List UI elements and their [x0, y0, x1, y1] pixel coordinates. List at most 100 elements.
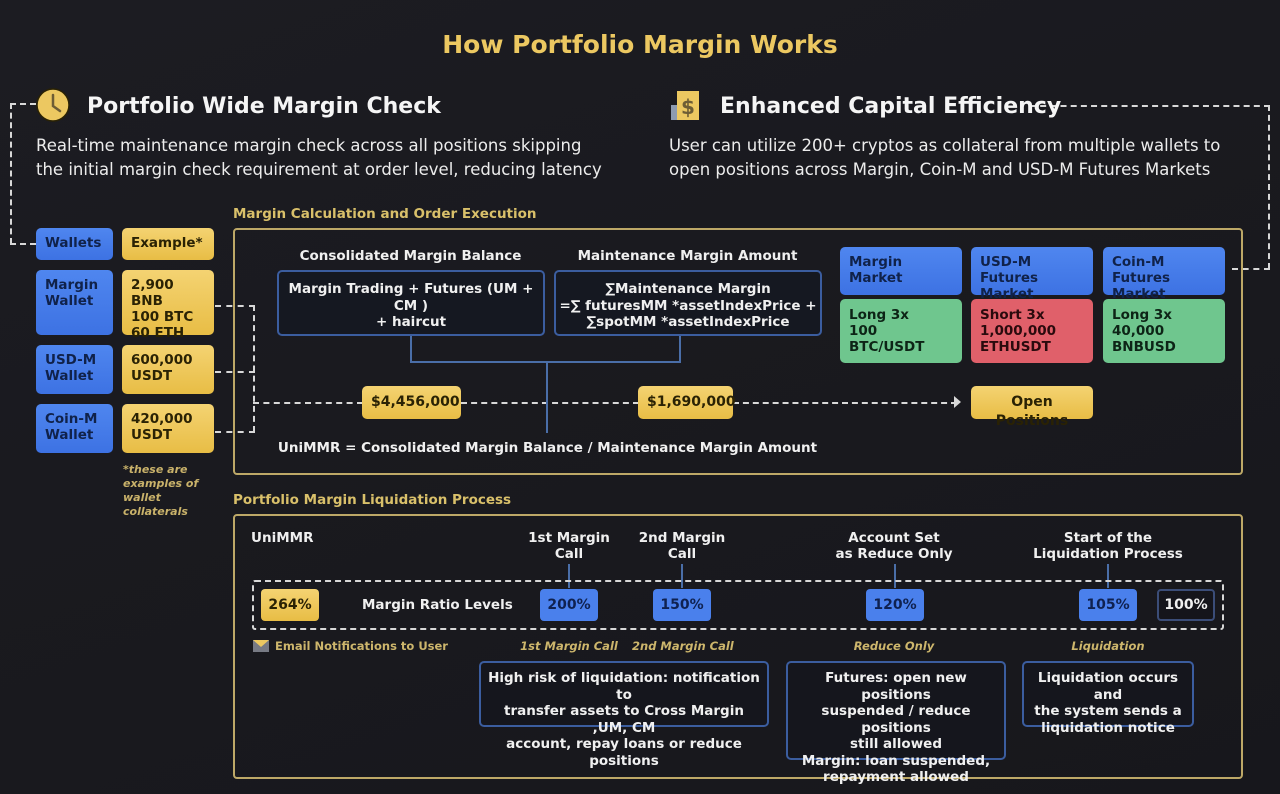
formula-line: =∑ futuresMM *assetIndexPrice +	[559, 297, 817, 314]
open-positions-box: Open Positions	[971, 386, 1093, 429]
tag-reduce-only: Reduce Only	[853, 639, 935, 653]
feature-desc-line: open positions across Margin, Coin-M and…	[669, 160, 1211, 179]
wallets-header-label: Wallets	[45, 235, 102, 251]
desc-line: Liquidation occurs and	[1037, 670, 1179, 703]
wallet-coinm: Coin-M Wallet	[36, 404, 113, 453]
stage-title-line: Call	[667, 546, 697, 562]
consolidated-value: $4,456,000	[362, 386, 461, 419]
feature-title: Enhanced Capital Efficiency	[720, 94, 1062, 119]
footnote-line: *these are	[123, 463, 188, 476]
market-name-line: USD-M Futures	[980, 254, 1039, 286]
position-line: ETHUSDT	[980, 339, 1051, 355]
formula-line: Margin Trading + Futures (UM + CM )	[288, 281, 534, 314]
footnote-line: wallet	[123, 491, 161, 504]
stage-title-line: as Reduce Only	[835, 546, 953, 562]
maintenance-value-label: $1,690,000	[647, 394, 736, 410]
connector-line	[10, 103, 36, 105]
dollar-document-icon: $	[671, 91, 699, 120]
unimmr-label: UniMMR	[251, 530, 314, 546]
wallet-margin: Margin Wallet	[36, 270, 113, 335]
level-150: 150%	[653, 589, 711, 621]
desc-line: account, repay loans or reduce positions	[506, 736, 742, 769]
wallets-header: Wallets	[36, 228, 113, 260]
level-120: 120%	[866, 589, 924, 621]
maintenance-header: Maintenance Margin Amount	[577, 248, 798, 264]
desc-line: still allowed	[849, 736, 942, 752]
position-line: 40,000	[1112, 323, 1165, 339]
position-line: BTC/USDT	[849, 339, 925, 355]
formula-line: ∑spotMM *assetIndexPrice	[586, 314, 790, 330]
desc-line: High risk of liquidation: notification t…	[488, 670, 760, 703]
stage-title-2nd-margin-call: 2nd Margin Call	[632, 530, 732, 562]
footnote-line: examples of	[123, 477, 199, 490]
level-100: 100%	[1157, 589, 1215, 621]
feature-description: Real-time maintenance margin check acros…	[36, 134, 602, 182]
wallet-coinm-example: 420,000 USDT	[122, 404, 214, 453]
feature-description: User can utilize 200+ cryptos as collate…	[669, 134, 1220, 182]
bracket-line	[546, 361, 548, 433]
wallet-name-line: Margin	[45, 277, 99, 293]
feature-desc-line: Real-time maintenance margin check acros…	[36, 136, 582, 155]
margin-calc-section-label: Margin Calculation and Order Execution	[233, 206, 537, 222]
email-legend-label: Email Notifications to User	[275, 639, 448, 653]
email-icon	[253, 640, 269, 652]
ratio-levels-label: Margin Ratio Levels	[362, 597, 513, 613]
example-header-label: Example*	[131, 235, 203, 251]
bracket-line	[410, 336, 412, 362]
position-line: Long 3x	[849, 307, 909, 323]
desc-liquidation: Liquidation occurs and the system sends …	[1022, 661, 1194, 736]
feature-desc-line: User can utilize 200+ cryptos as collate…	[669, 136, 1221, 155]
example-line: 420,000	[131, 411, 193, 427]
wallet-name-line: Wallet	[45, 368, 94, 384]
connector-line	[1030, 105, 1270, 107]
position-line: Long 3x	[1112, 307, 1172, 323]
position-line: 100	[849, 323, 878, 339]
stage-title-line: 1st Margin	[528, 530, 610, 546]
open-positions-label: Open Positions	[995, 394, 1069, 429]
page-title: How Portfolio Margin Works	[442, 30, 838, 59]
level-105: 105%	[1079, 589, 1137, 621]
market-margin: Margin Market	[840, 247, 962, 295]
tag-1st-margin-call: 1st Margin Call	[520, 639, 618, 653]
clock-icon	[36, 88, 70, 122]
wallet-usdm: USD-M Wallet	[36, 345, 113, 394]
desc-line: repayment allowed	[823, 769, 969, 785]
wallet-name-line: Wallet	[45, 427, 94, 443]
tag-liquidation: Liquidation	[1071, 639, 1145, 653]
position-line: 1,000,000	[980, 323, 1057, 339]
feature-title: Portfolio Wide Margin Check	[87, 94, 441, 119]
stage-title-line: Liquidation Process	[1033, 546, 1183, 562]
desc-line: Futures: open new positions	[825, 670, 967, 703]
stage-title-line: 2nd Margin	[638, 530, 726, 546]
current-ratio-badge: 264%	[261, 589, 319, 621]
position-long-bnb: Long 3x 40,000 BNBUSD	[1103, 299, 1225, 363]
bracket-line	[679, 336, 681, 362]
example-line: 600,000	[131, 352, 193, 368]
feature-desc-line: the initial margin check requirement at …	[36, 160, 602, 179]
connector-line	[10, 243, 36, 245]
liquidation-section-label: Portfolio Margin Liquidation Process	[233, 492, 512, 508]
wallet-footnote: *these are examples of wallet collateral…	[123, 463, 198, 519]
desc-line: suspended / reduce positions	[821, 703, 971, 736]
position-line: Short 3x	[980, 307, 1045, 323]
market-name-line: Margin Market	[849, 254, 903, 286]
level-200: 200%	[540, 589, 598, 621]
connector-line	[1268, 105, 1270, 269]
stage-title-line: Call	[554, 546, 584, 562]
example-header: Example*	[122, 228, 214, 260]
example-line: 60 ETH	[131, 325, 185, 341]
consolidated-header: Consolidated Margin Balance	[299, 248, 522, 264]
desc-margin-calls: High risk of liquidation: notification t…	[479, 661, 769, 769]
footnote-line: collaterals	[123, 505, 188, 518]
example-line: 2,900 BNB	[131, 277, 174, 309]
tag-2nd-margin-call: 2nd Margin Call	[632, 639, 734, 653]
unimmr-formula: UniMMR = Consolidated Margin Balance / M…	[277, 440, 818, 456]
wallet-name-line: USD-M	[45, 352, 97, 368]
position-line: BNBUSD	[1112, 339, 1176, 355]
market-name-line: Coin-M Futures	[1112, 254, 1171, 286]
position-short-eth: Short 3x 1,000,000 ETHUSDT	[971, 299, 1093, 363]
maintenance-formula: ∑Maintenance Margin =∑ futuresMM *assetI…	[554, 270, 822, 336]
stage-title-1st-margin-call: 1st Margin Call	[519, 530, 619, 562]
wallet-name-line: Coin-M	[45, 411, 98, 427]
position-long-btc: Long 3x 100 BTC/USDT	[840, 299, 962, 363]
